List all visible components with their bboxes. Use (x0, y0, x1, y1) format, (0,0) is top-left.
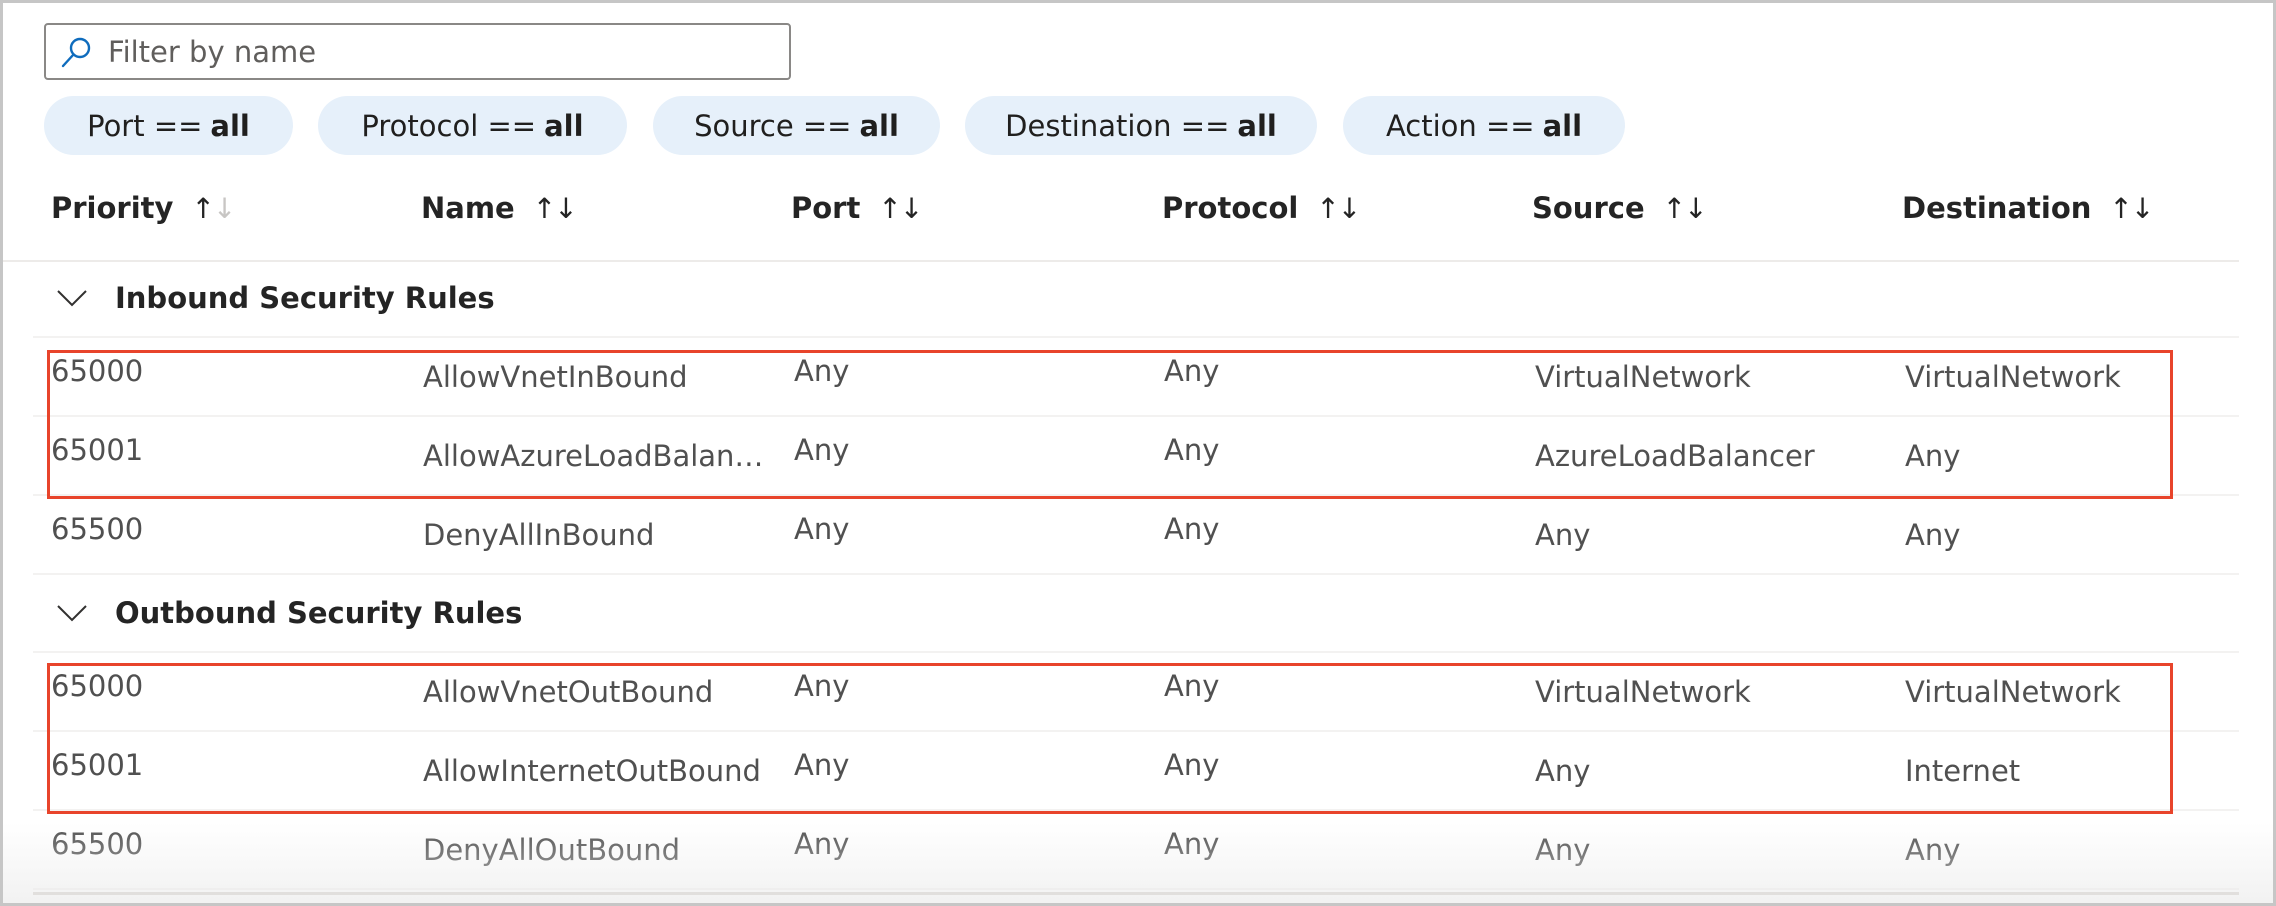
filter-chip-value: all (1542, 108, 1583, 143)
table-row[interactable]: 65000 AllowVnetOutBound Any Any VirtualN… (33, 653, 2239, 732)
chevron-down-icon[interactable] (57, 289, 87, 307)
cell-name: DenyAllInBound (423, 518, 655, 552)
chevron-down-icon[interactable] (57, 604, 87, 622)
filter-chip-value: all (210, 108, 250, 143)
cell-name: AllowAzureLoadBalan… (423, 439, 764, 473)
cell-priority: 65000 (51, 354, 144, 388)
sort-icon[interactable]: ↑ ↓ (533, 192, 578, 225)
filter-chip-label: Destination == (1005, 108, 1230, 143)
filter-chip-value: all (544, 108, 584, 143)
group-title: Inbound Security Rules (115, 281, 495, 315)
table-row[interactable]: 65001 AllowAzureLoadBalan… Any Any Azure… (33, 417, 2239, 496)
cell-port: Any (794, 827, 850, 861)
sort-icon[interactable]: ↑ ↓ (1663, 192, 1708, 225)
filter-chip-label: Protocol == (361, 108, 537, 143)
filter-chip-label: Port == (87, 108, 203, 143)
cell-priority: 65500 (51, 512, 144, 546)
column-label: Source (1532, 191, 1645, 225)
search-icon (61, 37, 91, 67)
cell-destination: Any (1905, 439, 1961, 473)
table-row[interactable]: 65500 DenyAllInBound Any Any Any Any (33, 496, 2239, 575)
filter-chip-value: all (1237, 108, 1277, 143)
group-title: Outbound Security Rules (115, 596, 523, 630)
table-row[interactable]: 65000 AllowVnetInBound Any Any VirtualNe… (33, 338, 2239, 417)
table-row[interactable]: 65500 DenyAllOutBound Any Any Any Any (33, 811, 2239, 890)
column-header-name[interactable]: Name ↑ ↓ (421, 191, 578, 225)
cell-port: Any (794, 354, 850, 388)
cell-port: Any (794, 433, 850, 467)
filter-by-name-search[interactable] (44, 23, 791, 80)
cell-protocol: Any (1164, 512, 1220, 546)
cell-source: AzureLoadBalancer (1535, 439, 1815, 473)
column-header-source[interactable]: Source ↑ ↓ (1532, 191, 1708, 225)
cell-protocol: Any (1164, 433, 1220, 467)
cell-name: AllowInternetOutBound (423, 754, 761, 788)
security-rules-panel: Port ==all Protocol ==all Source ==all D… (0, 0, 2276, 906)
cell-protocol: Any (1164, 748, 1220, 782)
column-label: Port (791, 191, 861, 225)
column-label: Protocol (1162, 191, 1299, 225)
cell-source: Any (1535, 833, 1591, 867)
cell-source: Any (1535, 754, 1591, 788)
column-label: Name (421, 191, 515, 225)
cell-port: Any (794, 512, 850, 546)
cell-name: AllowVnetInBound (423, 360, 688, 394)
filter-chip-destination[interactable]: Destination == all (965, 96, 1317, 155)
group-header-outbound[interactable]: Outbound Security Rules (33, 575, 2239, 653)
filter-chip-label: Action == (1385, 108, 1535, 143)
table-header: Priority ↑ ↓ Name ↑ ↓ Port ↑ ↓ Protocol ↑ ↓ … (3, 163, 2239, 262)
cell-protocol: Any (1164, 669, 1220, 703)
cell-port: Any (794, 748, 850, 782)
column-header-priority[interactable]: Priority ↑ ↓ (51, 191, 236, 225)
cell-destination: Any (1905, 518, 1961, 552)
column-header-port[interactable]: Port ↑ ↓ (791, 191, 923, 225)
cell-destination: Internet (1905, 754, 2021, 788)
cell-name: DenyAllOutBound (423, 833, 681, 867)
sort-icon[interactable]: ↑ ↓ (1316, 192, 1361, 225)
filter-chip-action[interactable]: Action == all (1343, 96, 1625, 155)
cell-destination: VirtualNetwork (1905, 675, 2121, 709)
cell-priority: 65000 (51, 669, 144, 703)
filter-chip-protocol[interactable]: Protocol == all (318, 96, 627, 155)
column-label: Destination (1902, 191, 2092, 225)
group-header-inbound[interactable]: Inbound Security Rules (33, 260, 2239, 338)
horizontal-scrollbar[interactable] (33, 892, 2239, 895)
cell-priority: 65001 (51, 748, 144, 782)
cell-source: Any (1535, 518, 1591, 552)
search-input[interactable] (108, 34, 789, 69)
column-label: Priority (51, 191, 174, 225)
cell-protocol: Any (1164, 354, 1220, 388)
filter-chip-port[interactable]: Port == all (44, 96, 293, 155)
column-header-destination[interactable]: Destination ↑ ↓ (1902, 191, 2154, 225)
cell-name: AllowVnetOutBound (423, 675, 714, 709)
filter-chip-value: all (859, 108, 899, 143)
table-row[interactable]: 65001 AllowInternetOutBound Any Any Any … (33, 732, 2239, 811)
cell-source: VirtualNetwork (1535, 675, 1751, 709)
column-header-protocol[interactable]: Protocol ↑ ↓ (1162, 191, 1361, 225)
cell-destination: VirtualNetwork (1905, 360, 2121, 394)
cell-port: Any (794, 669, 850, 703)
sort-ascending-icon[interactable]: ↑ ↓ (191, 192, 236, 225)
cell-source: VirtualNetwork (1535, 360, 1751, 394)
sort-icon[interactable]: ↑ ↓ (2109, 192, 2154, 225)
cell-priority: 65500 (51, 827, 144, 861)
sort-icon[interactable]: ↑ ↓ (878, 192, 923, 225)
cell-priority: 65001 (51, 433, 144, 467)
filter-chip-label: Source == (694, 108, 852, 143)
filter-chip-source[interactable]: Source == all (653, 96, 940, 155)
cell-destination: Any (1905, 833, 1961, 867)
cell-protocol: Any (1164, 827, 1220, 861)
